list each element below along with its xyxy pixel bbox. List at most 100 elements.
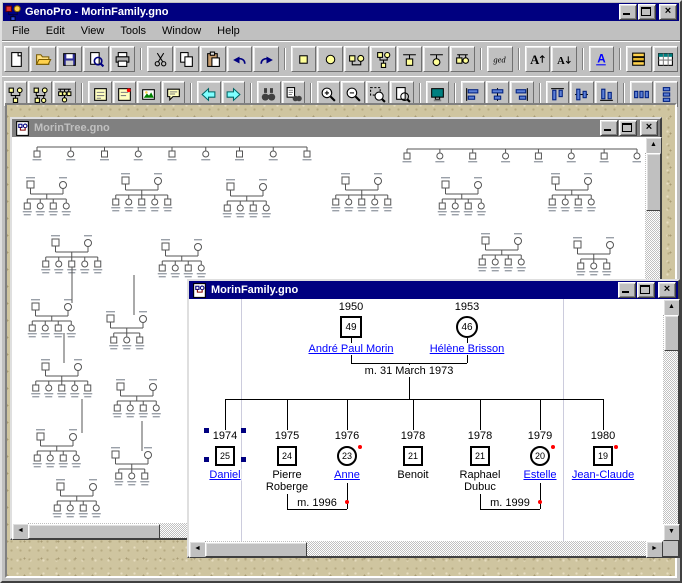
new-document-button[interactable] (4, 46, 30, 72)
family-canvas-wrap: 1950 49 André Paul Morin 1953 46 Hélène Briss… (189, 299, 663, 541)
tree-window-titlebar[interactable]: MorinTree.gno (12, 119, 660, 137)
scrollbar-thumb[interactable] (664, 315, 679, 351)
add-son-button[interactable] (396, 46, 423, 72)
tree-window-title: MorinTree.gno (34, 122, 110, 134)
person-symbol-benoit[interactable]: 21 (403, 446, 423, 466)
font-larger-button[interactable]: A (524, 46, 551, 72)
scroll-up-button[interactable] (645, 137, 662, 154)
new-female-button[interactable] (317, 46, 343, 72)
family-vertical-scrollbar[interactable] (663, 299, 680, 541)
page-guide (563, 299, 564, 541)
new-family-button[interactable] (343, 46, 370, 72)
app-close-button[interactable] (659, 4, 677, 20)
birth-year: 1950 (337, 301, 365, 313)
family-minimize-button[interactable] (618, 282, 636, 298)
tree-minimize-button[interactable] (600, 120, 618, 136)
toolbar-separator (454, 83, 457, 105)
add-parents-button[interactable] (370, 46, 396, 72)
person-symbol-andr-paul-morin[interactable]: 49 (340, 316, 362, 338)
menu-view[interactable]: View (73, 23, 113, 39)
hyperlink-style-button[interactable]: A (588, 46, 615, 72)
person-surname-dubuc[interactable]: Dubuc (463, 481, 497, 493)
tree-maximize-button[interactable] (619, 120, 637, 136)
app-minimize-button[interactable] (619, 4, 637, 20)
app-maximize-button[interactable] (638, 4, 656, 20)
family-canvas[interactable]: 1950 49 André Paul Morin 1953 46 Hélène Briss… (189, 299, 663, 541)
person-name-h-l-ne-brisson[interactable]: Hélène Brisson (428, 343, 506, 355)
person-symbol-estelle[interactable]: 20 (530, 446, 550, 466)
person-surname-roberge[interactable]: Roberge (264, 481, 310, 493)
connector-line (480, 509, 540, 510)
person-name-jean-claude[interactable]: Jean-Claude (570, 469, 636, 481)
print-button[interactable] (109, 46, 136, 72)
menu-file[interactable]: File (4, 23, 38, 39)
birth-year: 1976 (333, 430, 361, 442)
app-title: GenoPro - MorinFamily.gno (25, 6, 169, 18)
family-window-titlebar[interactable]: MorinFamily.gno (189, 281, 678, 299)
toolbar-separator (81, 83, 84, 105)
birth-year: 1978 (466, 430, 494, 442)
app-titlebar[interactable]: GenoPro - MorinFamily.gno (3, 3, 679, 21)
marriage-label: m. 1999 (488, 497, 532, 509)
person-symbol-pierre[interactable]: 24 (277, 446, 297, 466)
print-preview-button[interactable] (83, 46, 109, 72)
family-close-button[interactable] (658, 282, 676, 298)
menu-window[interactable]: Window (154, 23, 209, 39)
tree-close-button[interactable] (640, 120, 658, 136)
new-male-button[interactable] (290, 46, 317, 72)
scrollbar-thumb[interactable] (646, 153, 661, 211)
paste-button[interactable] (200, 46, 226, 72)
gedcom-button[interactable]: ged (487, 46, 513, 72)
app-icon (5, 4, 22, 21)
scroll-down-button[interactable] (663, 524, 680, 541)
table-view-button[interactable] (652, 46, 679, 72)
person-name-anne[interactable]: Anne (333, 469, 361, 481)
scrollbar-thumb[interactable] (28, 524, 160, 539)
family-maximize-button[interactable] (637, 282, 655, 298)
redo-button[interactable] (253, 46, 279, 72)
birth-year: 1979 (526, 430, 554, 442)
person-symbol-raphael[interactable]: 21 (470, 446, 490, 466)
person-symbol-anne[interactable]: 23 (337, 446, 357, 466)
connector-line (287, 399, 288, 430)
save-file-button[interactable] (56, 46, 83, 72)
cut-button[interactable] (147, 46, 173, 72)
birth-year: 1974 (211, 430, 239, 442)
scrollbar-thumb[interactable] (205, 542, 307, 557)
person-name-pierre[interactable]: Pierre (271, 469, 303, 481)
birth-year: 1980 (589, 430, 617, 442)
family-horizontal-scrollbar[interactable] (189, 541, 663, 558)
font-smaller-button[interactable]: A (551, 46, 577, 72)
connector-line (287, 509, 347, 510)
person-name-raphael[interactable]: Raphael (458, 469, 502, 481)
person-name-daniel[interactable]: Daniel (208, 469, 242, 481)
person-name-benoit[interactable]: Benoit (396, 469, 430, 481)
open-file-button[interactable] (30, 46, 56, 72)
menu-edit[interactable]: Edit (38, 23, 73, 39)
toolbar-separator (190, 83, 193, 105)
copy-button[interactable] (173, 46, 200, 72)
selection-handle[interactable] (241, 457, 246, 462)
menu-tools[interactable]: Tools (112, 23, 154, 39)
undo-button[interactable] (226, 46, 253, 72)
report-book-button[interactable] (626, 46, 652, 72)
add-sibling-button[interactable] (449, 46, 476, 72)
menu-help[interactable]: Help (209, 23, 248, 39)
selection-handle[interactable] (204, 428, 209, 433)
selection-handle[interactable] (241, 428, 246, 433)
person-name-andr-paul-morin[interactable]: André Paul Morin (307, 343, 395, 355)
scroll-left-button[interactable] (12, 523, 29, 540)
connector-line (225, 399, 603, 400)
scroll-right-button[interactable] (646, 541, 663, 558)
flag-dot (551, 445, 555, 449)
person-symbol-h-l-ne-brisson[interactable]: 46 (456, 316, 478, 338)
scroll-up-button[interactable] (663, 299, 680, 316)
toolbar-separator (480, 48, 483, 70)
scroll-left-button[interactable] (189, 541, 206, 558)
person-name-estelle[interactable]: Estelle (522, 469, 558, 481)
svg-text:A: A (597, 52, 606, 65)
add-daughter-button[interactable] (423, 46, 449, 72)
person-symbol-daniel[interactable]: 25 (215, 446, 235, 466)
person-symbol-jean-claude[interactable]: 19 (593, 446, 613, 466)
selection-handle[interactable] (204, 457, 209, 462)
